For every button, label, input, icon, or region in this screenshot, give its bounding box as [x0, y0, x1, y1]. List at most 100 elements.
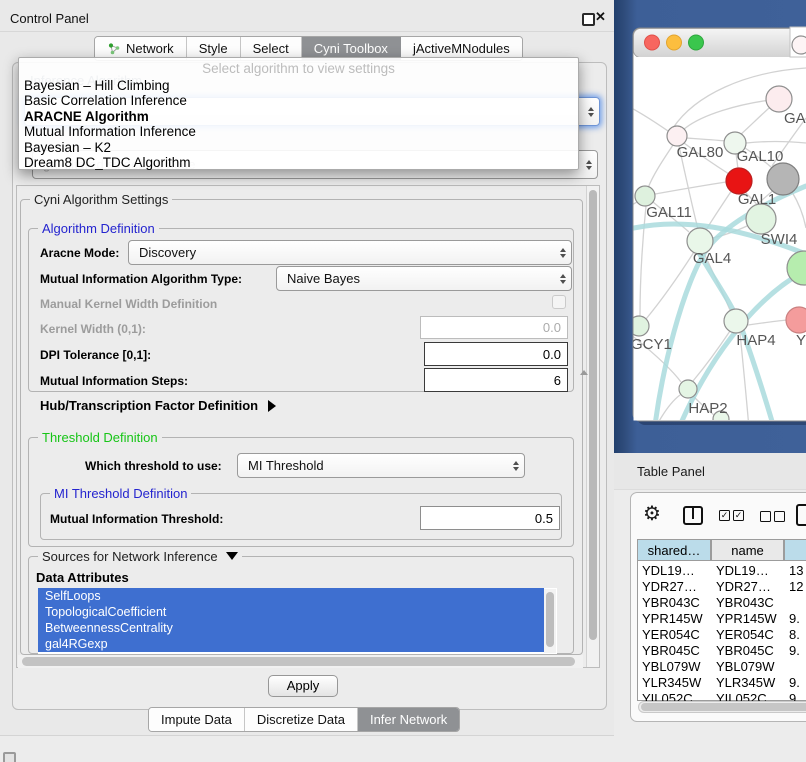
table-cell[interactable]: YBL079W — [716, 659, 779, 675]
network-node-corner[interactable] — [792, 36, 806, 54]
list-scrollbar-thumb[interactable] — [546, 592, 554, 647]
splitter-caret-icon[interactable] — [580, 370, 588, 375]
kernel-width-field[interactable] — [420, 316, 568, 339]
stepper-icon — [508, 461, 524, 471]
kernel-width-label: Kernel Width (0,1): — [40, 322, 146, 336]
table-cell[interactable]: YDL19… — [642, 563, 706, 579]
stepper-icon — [555, 274, 571, 284]
network-node-gal1-neighbor[interactable] — [746, 204, 776, 234]
mi-steps-field[interactable] — [424, 368, 568, 392]
table-cell[interactable]: YDR27… — [642, 579, 706, 595]
network-node-gal2[interactable] — [766, 86, 792, 112]
minimized-panel-icon[interactable] — [3, 752, 16, 762]
table-cell[interactable]: YBR045C — [642, 643, 706, 659]
table-cell[interactable]: 9. — [789, 643, 806, 659]
checked-column-icon[interactable]: ✓ — [719, 510, 730, 521]
unchecked-column-icon[interactable] — [774, 511, 785, 522]
algorithm-option-basic-correlation-inference[interactable]: Basic Correlation Inference — [19, 93, 578, 108]
table-scrollbar-thumb[interactable] — [641, 703, 806, 711]
mi-threshold-label: Mutual Information Threshold: — [50, 512, 223, 526]
table-cell[interactable]: 9. — [789, 611, 806, 627]
minimize-window-button[interactable] — [667, 35, 682, 50]
tab-label: Impute Data — [161, 712, 232, 727]
hub-definition-expander[interactable]: Hub/Transcription Factor Definition — [40, 398, 276, 413]
table-cell[interactable]: YDR27… — [716, 579, 779, 595]
settings-vertical-scrollbar[interactable] — [586, 186, 599, 667]
algorithm-option-bayesian-hill-climbing[interactable]: Bayesian – Hill Climbing — [19, 78, 578, 93]
network-node-hap4[interactable] — [724, 309, 748, 333]
table-horizontal-scrollbar[interactable] — [638, 701, 806, 713]
checked-column-icon[interactable]: ✓ — [733, 510, 744, 521]
sources-collapse-toggle[interactable]: Sources for Network Inference — [38, 549, 242, 564]
table-cell[interactable]: YPR145W — [716, 611, 779, 627]
stepper-icon — [581, 160, 597, 170]
attribute-item-betweennesscentrality[interactable]: BetweennessCentrality — [38, 620, 544, 636]
which-threshold-combobox[interactable]: MI Threshold — [237, 453, 525, 478]
table-cell[interactable]: 9. — [789, 675, 806, 691]
table-cell[interactable]: 13 — [789, 563, 806, 579]
network-node-gal11[interactable] — [635, 186, 655, 206]
network-node-hap2[interactable] — [679, 380, 697, 398]
mi-threshold-field[interactable] — [420, 506, 560, 530]
split-pane-icon[interactable] — [683, 506, 703, 525]
attribute-item-gal4rgexp[interactable]: gal4RGexp — [38, 636, 544, 652]
group-title: MI Threshold Definition — [50, 486, 191, 501]
algorithm-option-aracne-algorithm[interactable]: ARACNE Algorithm — [19, 109, 578, 124]
tab-label: Infer Network — [370, 712, 447, 727]
group-title: Algorithm Definition — [38, 221, 159, 236]
mi-type-combobox[interactable]: Naive Bayes — [276, 266, 572, 291]
dpi-tolerance-field[interactable] — [424, 342, 568, 366]
attribute-item-selfloops[interactable]: SelfLoops — [38, 588, 544, 604]
algorithm-option-mutual-information-inference[interactable]: Mutual Information Inference — [19, 124, 578, 139]
tab-impute-data[interactable]: Impute Data — [149, 708, 245, 731]
node-label-gal: GAL — [784, 110, 806, 127]
column-header-shared[interactable]: shared… — [637, 539, 711, 561]
list-scrollbar[interactable] — [544, 589, 556, 653]
table-cell[interactable]: YBR043C — [642, 595, 706, 611]
mi-steps-label: Mutual Information Steps: — [40, 374, 188, 388]
close-window-button[interactable] — [645, 35, 660, 50]
hub-definition-label: Hub/Transcription Factor Definition — [40, 398, 258, 413]
vertical-scrollbar-thumb[interactable] — [589, 190, 597, 640]
tab-discretize-data[interactable]: Discretize Data — [245, 708, 358, 731]
node-label-gal11: GAL11 — [646, 204, 692, 221]
stepper-icon — [583, 107, 599, 117]
algorithm-option-dream8-dc-tdc-algorithm[interactable]: Dream8 DC_TDC Algorithm — [19, 155, 578, 170]
aracne-mode-combobox[interactable]: Discovery — [128, 240, 572, 265]
table-panel-titlebar: Table Panel — [614, 453, 806, 490]
table-cell[interactable]: 8. — [789, 627, 806, 643]
zoom-window-button[interactable] — [689, 35, 704, 50]
node-label-gal4: GAL4 — [693, 250, 731, 267]
node-label-gal1: GAL1 — [738, 191, 776, 208]
column-header-2[interactable] — [784, 539, 806, 561]
network-node-salmon[interactable] — [786, 307, 806, 333]
attribute-item-topologicalcoefficient[interactable]: TopologicalCoefficient — [38, 604, 544, 620]
node-label-gcy1: GCY1 — [631, 336, 672, 353]
table-cell[interactable]: YBR045C — [716, 643, 779, 659]
sources-title: Sources for Network Inference — [42, 549, 218, 564]
table-cell[interactable]: YBL079W — [642, 659, 706, 675]
gear-icon[interactable]: ⚙ — [643, 501, 661, 526]
table-cell[interactable]: YDL19… — [716, 563, 779, 579]
float-panel-icon[interactable] — [582, 13, 595, 26]
settings-horizontal-scrollbar[interactable] — [18, 655, 583, 668]
table-cell[interactable]: YER054C — [642, 627, 706, 643]
close-panel-icon[interactable]: ✕ — [595, 9, 606, 25]
unchecked-column-icon[interactable] — [760, 511, 771, 522]
tab-infer-network[interactable]: Infer Network — [358, 708, 459, 731]
data-attributes-label: Data Attributes — [36, 570, 129, 585]
table-doc-icon[interactable] — [796, 504, 806, 526]
table-cell[interactable]: YBR043C — [716, 595, 779, 611]
table-cell[interactable]: 12 — [789, 579, 806, 595]
table-cell[interactable]: YPR145W — [642, 611, 706, 627]
table-cell[interactable]: YER054C — [716, 627, 779, 643]
column-header-name[interactable]: name — [711, 539, 784, 561]
apply-button[interactable]: Apply — [268, 675, 338, 697]
network-node-gal80[interactable] — [667, 126, 687, 146]
table-cell[interactable]: YLR345W — [716, 675, 779, 691]
horizontal-scrollbar-thumb[interactable] — [22, 657, 575, 666]
algorithm-option-bayesian-k2[interactable]: Bayesian – K2 — [19, 140, 578, 155]
table-cell[interactable]: YLR345W — [642, 675, 706, 691]
manual-kernel-checkbox[interactable] — [552, 295, 566, 309]
table-panel-title: Table Panel — [637, 464, 705, 479]
